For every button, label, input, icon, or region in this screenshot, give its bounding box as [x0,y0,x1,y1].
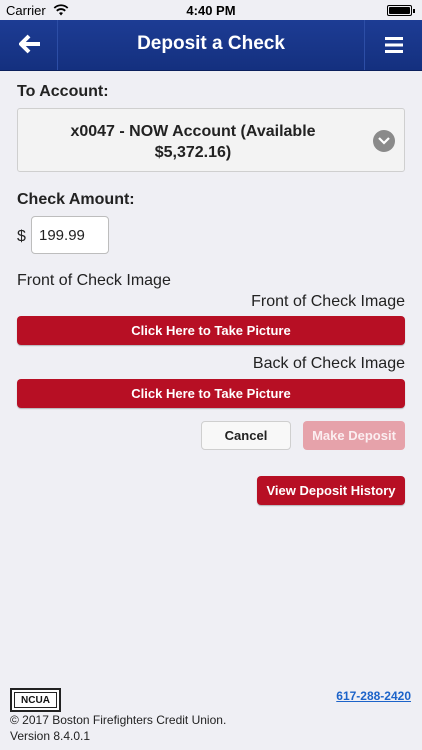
back-image-label: Back of Check Image [252,355,405,372]
cancel-button[interactable]: Cancel [201,421,291,450]
to-account-label: To Account: [17,83,109,100]
front-image-heading: Front of Check Image [17,272,171,289]
make-deposit-button[interactable]: Make Deposit [303,421,405,450]
battery-icon [387,5,415,16]
account-select-value: x0047 - NOW Account (Available $5,372.16… [28,121,358,163]
back-button[interactable] [0,20,58,70]
nav-bar: Deposit a Check [0,20,422,71]
account-line-2: $5,372.16) [154,144,232,161]
phone-link[interactable]: 617-288-2420 [336,689,411,703]
check-amount-input[interactable] [31,216,109,254]
back-take-picture-button[interactable]: Click Here to Take Picture [17,379,405,408]
status-time: 4:40 PM [186,3,236,18]
account-line-1: x0047 - NOW Account (Available [70,123,316,140]
hamburger-menu-icon [385,37,403,53]
version-text: Version 8.4.0.1 [10,729,91,743]
chevron-down-icon[interactable] [373,130,395,152]
copyright-text: © 2017 Boston Firefighters Credit Union. [10,713,227,727]
page-title: Deposit a Check [137,33,285,54]
ncua-logo-text: NCUA [14,692,57,708]
front-image-label: Front of Check Image [251,293,405,310]
view-deposit-history-button[interactable]: View Deposit History [257,476,405,505]
status-bar: Carrier 4:40 PM [0,0,422,20]
back-arrow-icon [19,34,40,54]
ncua-logo: NCUA [10,688,61,712]
check-amount-label: Check Amount: [17,191,135,208]
front-take-picture-button[interactable]: Click Here to Take Picture [17,316,405,345]
currency-symbol: $ [17,228,26,245]
account-select[interactable]: x0047 - NOW Account (Available $5,372.16… [17,108,405,172]
menu-button[interactable] [364,20,422,70]
